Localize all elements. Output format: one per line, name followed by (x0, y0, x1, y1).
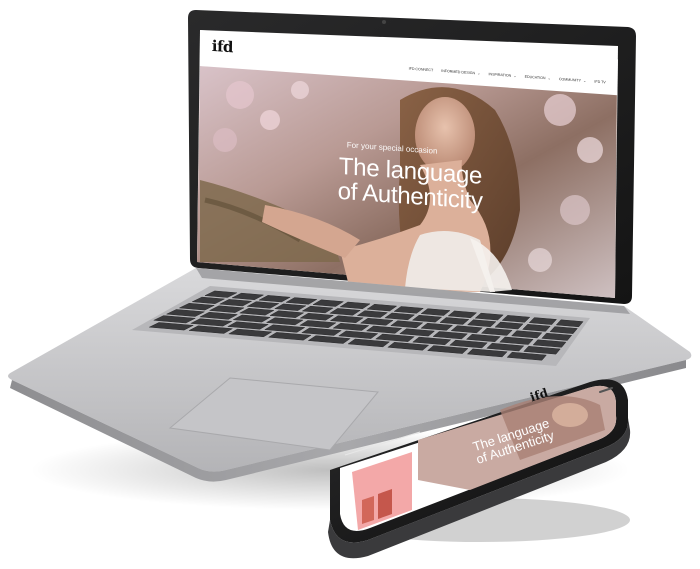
device-mockup-scene: ifd IFD CONNECT INFORMED DESIGN ⌄ INSPIRA… (0, 0, 700, 569)
phone-device (328, 379, 631, 559)
